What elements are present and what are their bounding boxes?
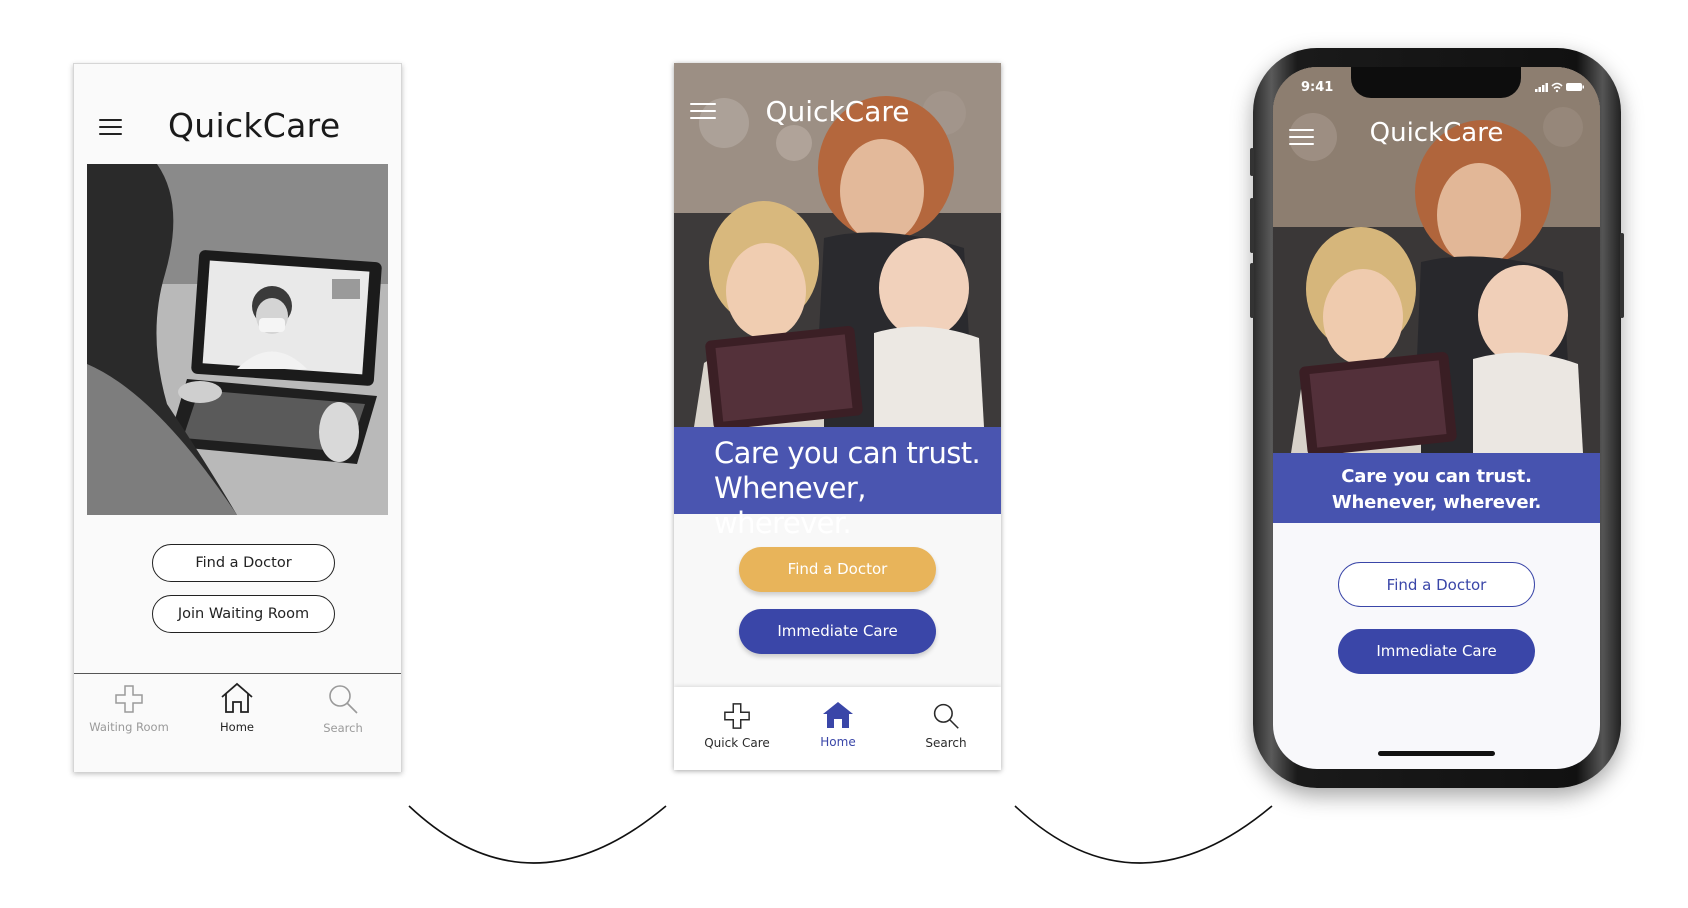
connectors bbox=[408, 805, 1273, 864]
arc-connector-1 bbox=[408, 805, 667, 864]
arc-connector-2 bbox=[1014, 805, 1273, 864]
